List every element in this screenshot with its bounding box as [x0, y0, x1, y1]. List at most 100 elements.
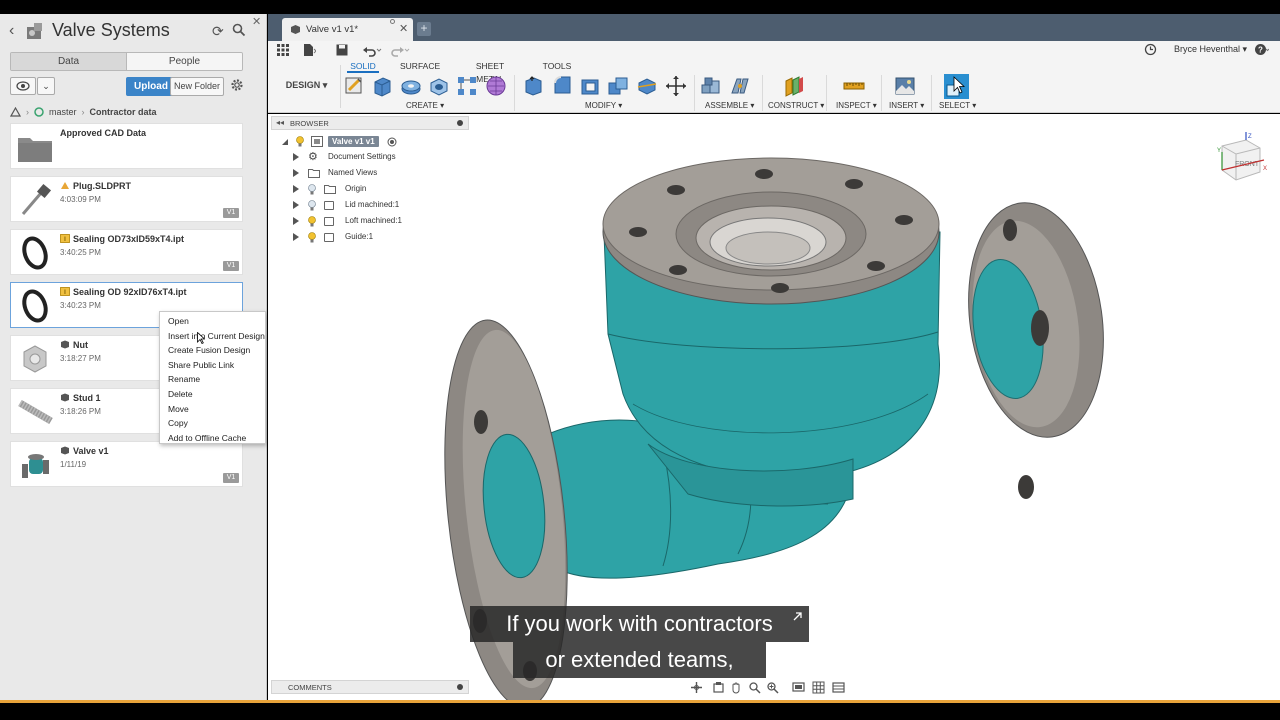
press-pull-icon[interactable] — [522, 75, 544, 97]
expand-triangle-icon[interactable] — [293, 185, 299, 193]
list-item[interactable]: Plug.SLDPRT 4:03:09 PM V1 — [10, 176, 243, 222]
grid-settings-icon[interactable] — [812, 681, 825, 694]
back-chevron-icon[interactable]: ‹ — [9, 22, 14, 40]
display-settings-icon[interactable] — [792, 681, 805, 694]
create-sketch-icon[interactable] — [344, 75, 366, 97]
help-icon[interactable]: ? — [1254, 42, 1269, 57]
browser-item-named-views[interactable]: Named Views — [293, 167, 473, 181]
view-options-dropdown[interactable]: ⌄ — [37, 77, 55, 95]
tab-sheet-metal[interactable]: SHEET METAL — [464, 60, 516, 84]
insert-group-label[interactable]: INSERT ▾ — [889, 101, 924, 110]
menu-item-delete[interactable]: Delete — [160, 387, 265, 402]
visibility-bulb-icon[interactable] — [296, 136, 304, 147]
expand-arrow-icon[interactable] — [792, 611, 803, 622]
redo-icon[interactable] — [390, 43, 410, 57]
design-viewport[interactable]: ◂◂ BROWSER Valve v1 v1 ⚙ Document Settin… — [268, 114, 1280, 700]
modify-group-label[interactable]: MODIFY ▾ — [585, 101, 622, 110]
collapse-triangle-icon[interactable] — [282, 139, 288, 145]
folder-item[interactable]: Approved CAD Data — [10, 123, 243, 169]
joint-icon[interactable] — [729, 75, 751, 97]
save-icon[interactable] — [335, 43, 349, 57]
tab-solid[interactable]: SOLID — [347, 60, 379, 73]
zoom-window-icon[interactable] — [766, 681, 779, 694]
browser-item-origin[interactable]: Origin — [293, 183, 473, 197]
close-panel-icon[interactable]: ✕ — [252, 15, 261, 28]
panel-pin-icon[interactable] — [457, 120, 463, 126]
zoom-icon[interactable] — [748, 681, 761, 694]
viewports-icon[interactable] — [832, 681, 845, 694]
close-tab-icon[interactable]: ✕ — [399, 22, 408, 35]
menu-item-copy[interactable]: Copy — [160, 416, 265, 431]
hub-icon[interactable] — [10, 107, 21, 117]
panel-pin-icon[interactable] — [457, 684, 463, 690]
menu-item-share-public-link[interactable]: Share Public Link — [160, 358, 265, 373]
measure-icon[interactable] — [843, 75, 865, 97]
create-group-label[interactable]: CREATE ▾ — [406, 101, 444, 110]
expand-triangle-icon[interactable] — [293, 153, 299, 161]
user-account-menu[interactable]: Bryce Heventhal ▾ — [1174, 44, 1247, 55]
list-item[interactable]: I Sealing OD73xID59xT4.ipt 3:40:25 PM V1 — [10, 229, 243, 275]
new-tab-button[interactable]: + — [417, 22, 431, 36]
select-group-label[interactable]: SELECT ▾ — [939, 101, 976, 110]
move-copy-icon[interactable] — [665, 75, 687, 97]
pattern-icon[interactable] — [456, 75, 478, 97]
comments-panel[interactable]: COMMENTS — [271, 680, 469, 694]
viewcube[interactable]: FRONT Y X Z — [1212, 130, 1268, 186]
browser-root-node[interactable]: Valve v1 v1 — [282, 135, 472, 149]
combine-icon[interactable] — [607, 75, 629, 97]
active-radio-icon[interactable] — [387, 137, 397, 147]
search-icon[interactable] — [232, 23, 246, 37]
offset-plane-icon[interactable] — [783, 75, 805, 97]
look-at-icon[interactable] — [712, 681, 725, 694]
collapse-panel-icon[interactable]: ◂◂ — [276, 118, 284, 127]
visibility-bulb-off-icon[interactable] — [308, 184, 316, 195]
expand-triangle-icon[interactable] — [293, 201, 299, 209]
undo-icon[interactable] — [362, 43, 382, 57]
menu-item-add-to-offline-cache[interactable]: Add to Offline Cache — [160, 431, 265, 446]
select-tool-icon[interactable] — [944, 74, 969, 99]
expand-triangle-icon[interactable] — [293, 169, 299, 177]
insert-image-icon[interactable] — [894, 75, 916, 97]
visibility-bulb-icon[interactable] — [308, 216, 316, 227]
extrude-icon[interactable] — [371, 75, 393, 97]
menu-item-move[interactable]: Move — [160, 402, 265, 417]
inspect-group-label[interactable]: INSPECT ▾ — [836, 101, 877, 110]
browser-item-loft-machined[interactable]: Loft machined:1 — [293, 215, 473, 229]
list-item[interactable]: Valve v1 1/11/19 V1 — [10, 441, 243, 487]
assemble-group-label[interactable]: ASSEMBLE ▾ — [705, 101, 754, 110]
construct-group-label[interactable]: CONSTRUCT ▾ — [768, 101, 824, 110]
upload-button[interactable]: Upload — [126, 77, 176, 96]
refresh-icon[interactable]: ⟳ — [212, 23, 224, 40]
form-icon[interactable] — [485, 75, 507, 97]
split-body-icon[interactable] — [636, 75, 658, 97]
workspace-switcher[interactable]: DESIGN ▾ — [273, 65, 341, 108]
revolve-icon[interactable] — [400, 75, 422, 97]
orbit-icon[interactable] — [690, 681, 703, 694]
browser-item-lid-machined[interactable]: Lid machined:1 — [293, 199, 473, 213]
menu-item-rename[interactable]: Rename — [160, 372, 265, 387]
expand-triangle-icon[interactable] — [293, 233, 299, 241]
visibility-bulb-icon[interactable] — [308, 232, 316, 243]
tab-surface[interactable]: SURFACE — [400, 60, 440, 73]
file-menu-icon[interactable] — [302, 43, 316, 57]
expand-triangle-icon[interactable] — [293, 217, 299, 225]
shell-icon[interactable] — [579, 75, 601, 97]
menu-item-insert-into-current-design[interactable]: Insert into Current Design — [160, 329, 265, 344]
browser-item-document-settings[interactable]: ⚙ Document Settings — [293, 151, 473, 165]
document-tab[interactable]: Valve v1 v1* ✕ — [282, 18, 413, 41]
breadcrumb-folder[interactable]: Contractor data — [90, 107, 157, 117]
new-component-icon[interactable] — [700, 75, 722, 97]
tab-tools[interactable]: TOOLS — [542, 60, 572, 73]
breadcrumb-branch[interactable]: master — [49, 107, 77, 117]
tab-data[interactable]: Data — [11, 53, 126, 70]
pan-icon[interactable] — [730, 681, 743, 694]
job-status-clock-icon[interactable] — [1144, 43, 1157, 56]
tab-people[interactable]: People — [126, 53, 242, 70]
menu-item-create-fusion-design[interactable]: Create Fusion Design — [160, 343, 265, 358]
menu-item-open[interactable]: Open — [160, 314, 265, 329]
fillet-icon[interactable] — [551, 75, 573, 97]
hole-icon[interactable] — [428, 75, 450, 97]
app-grid-icon[interactable] — [276, 43, 290, 57]
view-toggle-button[interactable] — [10, 77, 36, 95]
new-folder-button[interactable]: New Folder — [170, 77, 224, 96]
